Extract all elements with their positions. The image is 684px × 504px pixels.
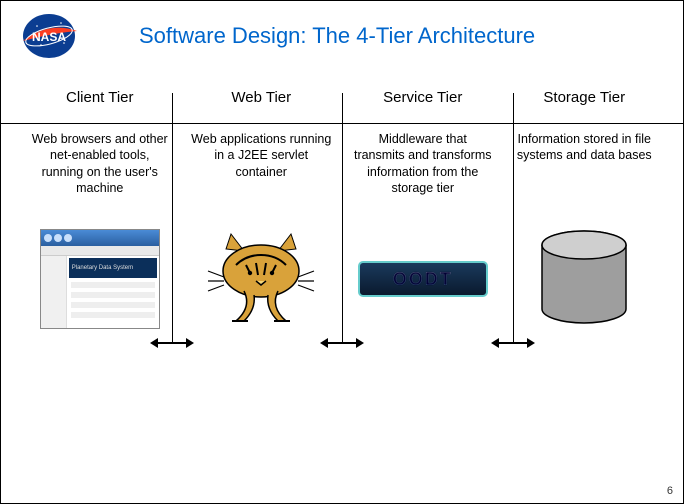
svg-text:NASA: NASA bbox=[32, 30, 66, 44]
database-cylinder-icon bbox=[536, 229, 632, 329]
tier-illustration bbox=[504, 219, 666, 339]
browser-banner-text: Planetary Data System bbox=[69, 258, 157, 278]
tier-description: Information stored in file systems and d… bbox=[504, 119, 666, 215]
tomcat-icon bbox=[206, 229, 316, 329]
header: NASA Software Design: The 4-Tier Archite… bbox=[19, 11, 665, 61]
double-arrow-icon bbox=[320, 337, 364, 349]
browser-icon: Planetary Data System bbox=[40, 229, 160, 329]
tier-service: Service Tier Middleware that transmits a… bbox=[342, 89, 504, 339]
double-arrow-icon bbox=[150, 337, 194, 349]
tier-illustration bbox=[181, 219, 343, 339]
tier-description: Web browsers and other net-enabled tools… bbox=[19, 119, 181, 215]
tier-web: Web Tier Web applications running in a J… bbox=[181, 89, 343, 339]
tier-heading: Web Tier bbox=[181, 89, 343, 119]
tier-heading: Service Tier bbox=[342, 89, 504, 119]
double-arrow-icon bbox=[491, 337, 535, 349]
tier-storage: Storage Tier Information stored in file … bbox=[504, 89, 666, 339]
slide: NASA Software Design: The 4-Tier Archite… bbox=[0, 0, 684, 504]
oodt-icon: OODT bbox=[358, 261, 488, 297]
arrow-row bbox=[1, 337, 683, 357]
tier-illustration: OODT bbox=[342, 219, 504, 339]
slide-title: Software Design: The 4-Tier Architecture bbox=[139, 23, 535, 49]
page-number: 6 bbox=[667, 485, 673, 497]
tier-illustration: Planetary Data System bbox=[19, 219, 181, 339]
tier-client: Client Tier Web browsers and other net-e… bbox=[19, 89, 181, 339]
tier-description: Middleware that transmits and transforms… bbox=[342, 119, 504, 215]
tier-row: Client Tier Web browsers and other net-e… bbox=[19, 89, 665, 339]
tier-heading: Storage Tier bbox=[504, 89, 666, 119]
tier-heading: Client Tier bbox=[19, 89, 181, 119]
oodt-label: OODT bbox=[393, 269, 453, 290]
nasa-logo-icon: NASA bbox=[19, 11, 79, 61]
tier-description: Web applications running in a J2EE servl… bbox=[181, 119, 343, 215]
